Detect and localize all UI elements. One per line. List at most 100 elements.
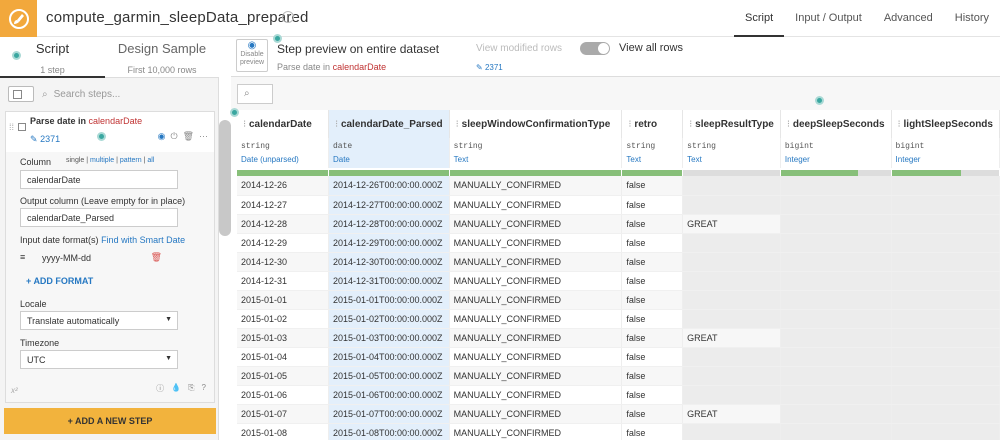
table-cell[interactable]: 2014-12-30	[237, 252, 329, 272]
table-cell[interactable]: MANUALLY_CONFIRMED	[449, 404, 623, 424]
table-row[interactable]: 2014-12-29 2014-12-29T00:00:00.000Z MANUAL…	[237, 233, 1000, 253]
table-cell[interactable]	[891, 290, 1000, 310]
mode-pattern[interactable]: pattern	[120, 157, 142, 164]
rows-toggle[interactable]	[580, 42, 610, 55]
meaning-link[interactable]: Text	[682, 151, 781, 168]
table-cell[interactable]: false	[621, 309, 684, 329]
table-cell[interactable]	[682, 290, 781, 310]
mode-all[interactable]: all	[147, 157, 154, 164]
table-cell[interactable]: false	[621, 328, 684, 348]
table-cell[interactable]: false	[621, 423, 684, 440]
table-cell[interactable]: MANUALLY_CONFIRMED	[449, 290, 623, 310]
search-input[interactable]: ⌕ Search steps...	[42, 84, 212, 104]
view-modified-rows-label[interactable]: View modified rows	[476, 43, 562, 54]
power-icon[interactable]: ⏻	[170, 131, 177, 142]
table-cell[interactable]	[682, 347, 781, 367]
table-cell[interactable]: false	[621, 271, 684, 291]
table-cell[interactable]	[891, 366, 1000, 386]
formula-icon[interactable]: x²	[11, 386, 18, 395]
table-cell[interactable]: 2015-01-03T00:00:00.000Z	[328, 328, 450, 348]
add-format-button[interactable]: + ADD FORMAT	[26, 276, 93, 286]
help-icon[interactable]: ?	[202, 383, 206, 394]
table-cell[interactable]	[780, 290, 892, 310]
mode-single[interactable]: single	[66, 157, 84, 164]
table-cell[interactable]	[891, 252, 1000, 272]
table-cell[interactable]	[682, 195, 781, 215]
table-cell[interactable]	[780, 176, 892, 196]
column-header[interactable]: sleepResultType	[682, 110, 781, 138]
panel-scrollbar[interactable]	[219, 120, 231, 236]
table-cell[interactable]: 2014-12-28T00:00:00.000Z	[328, 214, 450, 234]
table-cell[interactable]: 2015-01-08T00:00:00.000Z	[328, 423, 450, 440]
meaning-link[interactable]: Text	[621, 151, 684, 168]
table-cell[interactable]: 2015-01-04	[237, 347, 329, 367]
table-cell[interactable]: MANUALLY_CONFIRMED	[449, 271, 623, 291]
table-cell[interactable]	[891, 404, 1000, 424]
meaning-link[interactable]: Date (unparsed)	[237, 151, 329, 168]
table-cell[interactable]: 2015-01-02T00:00:00.000Z	[328, 309, 450, 329]
table-cell[interactable]	[891, 347, 1000, 367]
table-cell[interactable]	[780, 366, 892, 386]
table-row[interactable]: 2015-01-02 2015-01-02T00:00:00.000Z MANUAL…	[237, 309, 1000, 329]
table-row[interactable]: 2015-01-05 2015-01-05T00:00:00.000Z MANUAL…	[237, 366, 1000, 386]
table-cell[interactable]: MANUALLY_CONFIRMED	[449, 366, 623, 386]
tour-dot[interactable]	[97, 132, 106, 141]
meaning-link[interactable]: Integer	[780, 151, 892, 168]
view-all-rows-label[interactable]: View all rows	[619, 42, 683, 54]
modified-count[interactable]: ✎ 2371	[476, 63, 503, 72]
tab-input-output[interactable]: Input / Output	[784, 0, 873, 37]
table-cell[interactable]	[682, 176, 781, 196]
table-cell[interactable]	[682, 252, 781, 272]
step-checkbox[interactable]	[18, 123, 26, 131]
table-cell[interactable]: 2015-01-06T00:00:00.000Z	[328, 385, 450, 405]
trash-icon[interactable]: 🗑	[183, 131, 194, 142]
info-icon[interactable]: ⓘ	[156, 383, 164, 394]
table-cell[interactable]	[780, 309, 892, 329]
table-cell[interactable]: false	[621, 195, 684, 215]
table-cell[interactable]: 2014-12-26	[237, 176, 329, 196]
column-header[interactable]: lightSleepSeconds	[891, 110, 1000, 138]
table-cell[interactable]: false	[621, 290, 684, 310]
table-cell[interactable]	[891, 385, 1000, 405]
step-title[interactable]: Parse date in calendarDate	[30, 116, 142, 126]
disable-preview-button[interactable]: ◉ Disable preview	[236, 39, 268, 72]
table-cell[interactable]	[780, 328, 892, 348]
table-cell[interactable]	[891, 328, 1000, 348]
column-header[interactable]: sleepWindowConfirmationType	[449, 110, 623, 138]
smart-date-link[interactable]: Find with Smart Date	[101, 235, 185, 245]
table-cell[interactable]: MANUALLY_CONFIRMED	[449, 385, 623, 405]
table-cell[interactable]	[780, 233, 892, 253]
gear-icon[interactable]	[282, 11, 294, 23]
table-row[interactable]: 2014-12-26 2014-12-26T00:00:00.000Z MANUAL…	[237, 176, 1000, 196]
table-cell[interactable]: false	[621, 366, 684, 386]
table-cell[interactable]	[780, 271, 892, 291]
table-cell[interactable]	[891, 195, 1000, 215]
column-header[interactable]: calendarDate	[237, 110, 329, 138]
table-cell[interactable]: 2015-01-02	[237, 309, 329, 329]
column-header[interactable]: deepSleepSeconds	[780, 110, 892, 138]
format-value[interactable]: yyyy-MM-dd	[42, 253, 91, 263]
table-search[interactable]: ⌕	[237, 84, 273, 104]
table-cell[interactable]: 2015-01-06	[237, 385, 329, 405]
table-cell[interactable]: false	[621, 214, 684, 234]
table-cell[interactable]: 2014-12-28	[237, 214, 329, 234]
table-cell[interactable]	[682, 385, 781, 405]
table-cell[interactable]: 2014-12-27	[237, 195, 329, 215]
table-cell[interactable]	[682, 233, 781, 253]
mode-multiple[interactable]: multiple	[90, 157, 114, 164]
meaning-link[interactable]: Date	[328, 151, 450, 168]
table-row[interactable]: 2015-01-06 2015-01-06T00:00:00.000Z MANUAL…	[237, 385, 1000, 405]
table-cell[interactable]: MANUALLY_CONFIRMED	[449, 328, 623, 348]
table-cell[interactable]: 2014-12-31	[237, 271, 329, 291]
table-cell[interactable]	[682, 366, 781, 386]
tab-design-sample[interactable]: Design Sample First 10,000 rows	[105, 37, 219, 78]
table-cell[interactable]: 2015-01-05T00:00:00.000Z	[328, 366, 450, 386]
column-input[interactable]: calendarDate	[20, 170, 178, 189]
drag-handle[interactable]: ⁞⁞	[9, 122, 14, 132]
table-cell[interactable]: MANUALLY_CONFIRMED	[449, 233, 623, 253]
table-cell[interactable]: false	[621, 176, 684, 196]
trash-icon[interactable]: 🗑	[151, 252, 162, 263]
table-cell[interactable]	[780, 385, 892, 405]
more-icon[interactable]: ···	[199, 131, 208, 142]
table-cell[interactable]: 2014-12-29	[237, 233, 329, 253]
